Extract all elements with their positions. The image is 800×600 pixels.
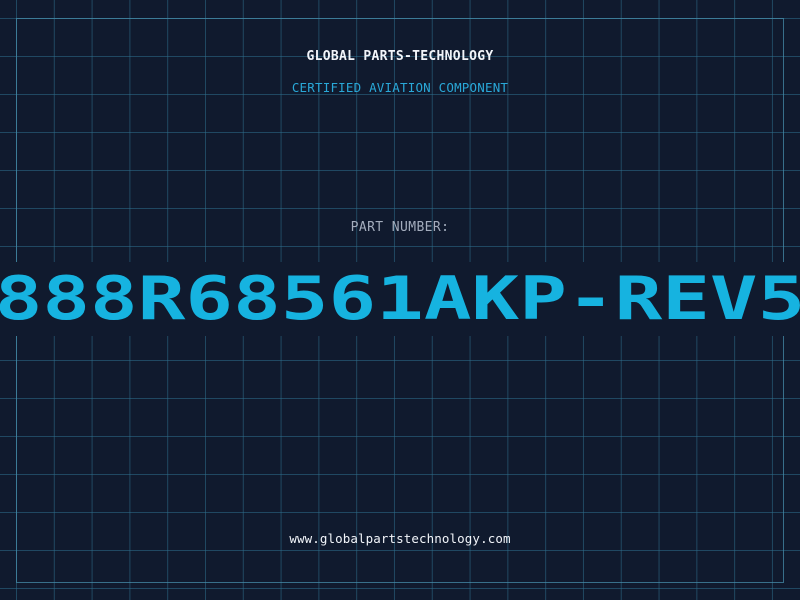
- part-number-value: 8888R68561AKP-REV55: [0, 264, 800, 334]
- label-canvas: GLOBAL PARTS-TECHNOLOGY CERTIFIED AVIATI…: [0, 0, 800, 600]
- website-url: www.globalpartstechnology.com: [289, 531, 511, 546]
- certification-subtitle: CERTIFIED AVIATION COMPONENT: [291, 80, 509, 95]
- company-name: GLOBAL PARTS-TECHNOLOGY: [306, 49, 494, 64]
- part-number-label: PART NUMBER:: [350, 220, 450, 235]
